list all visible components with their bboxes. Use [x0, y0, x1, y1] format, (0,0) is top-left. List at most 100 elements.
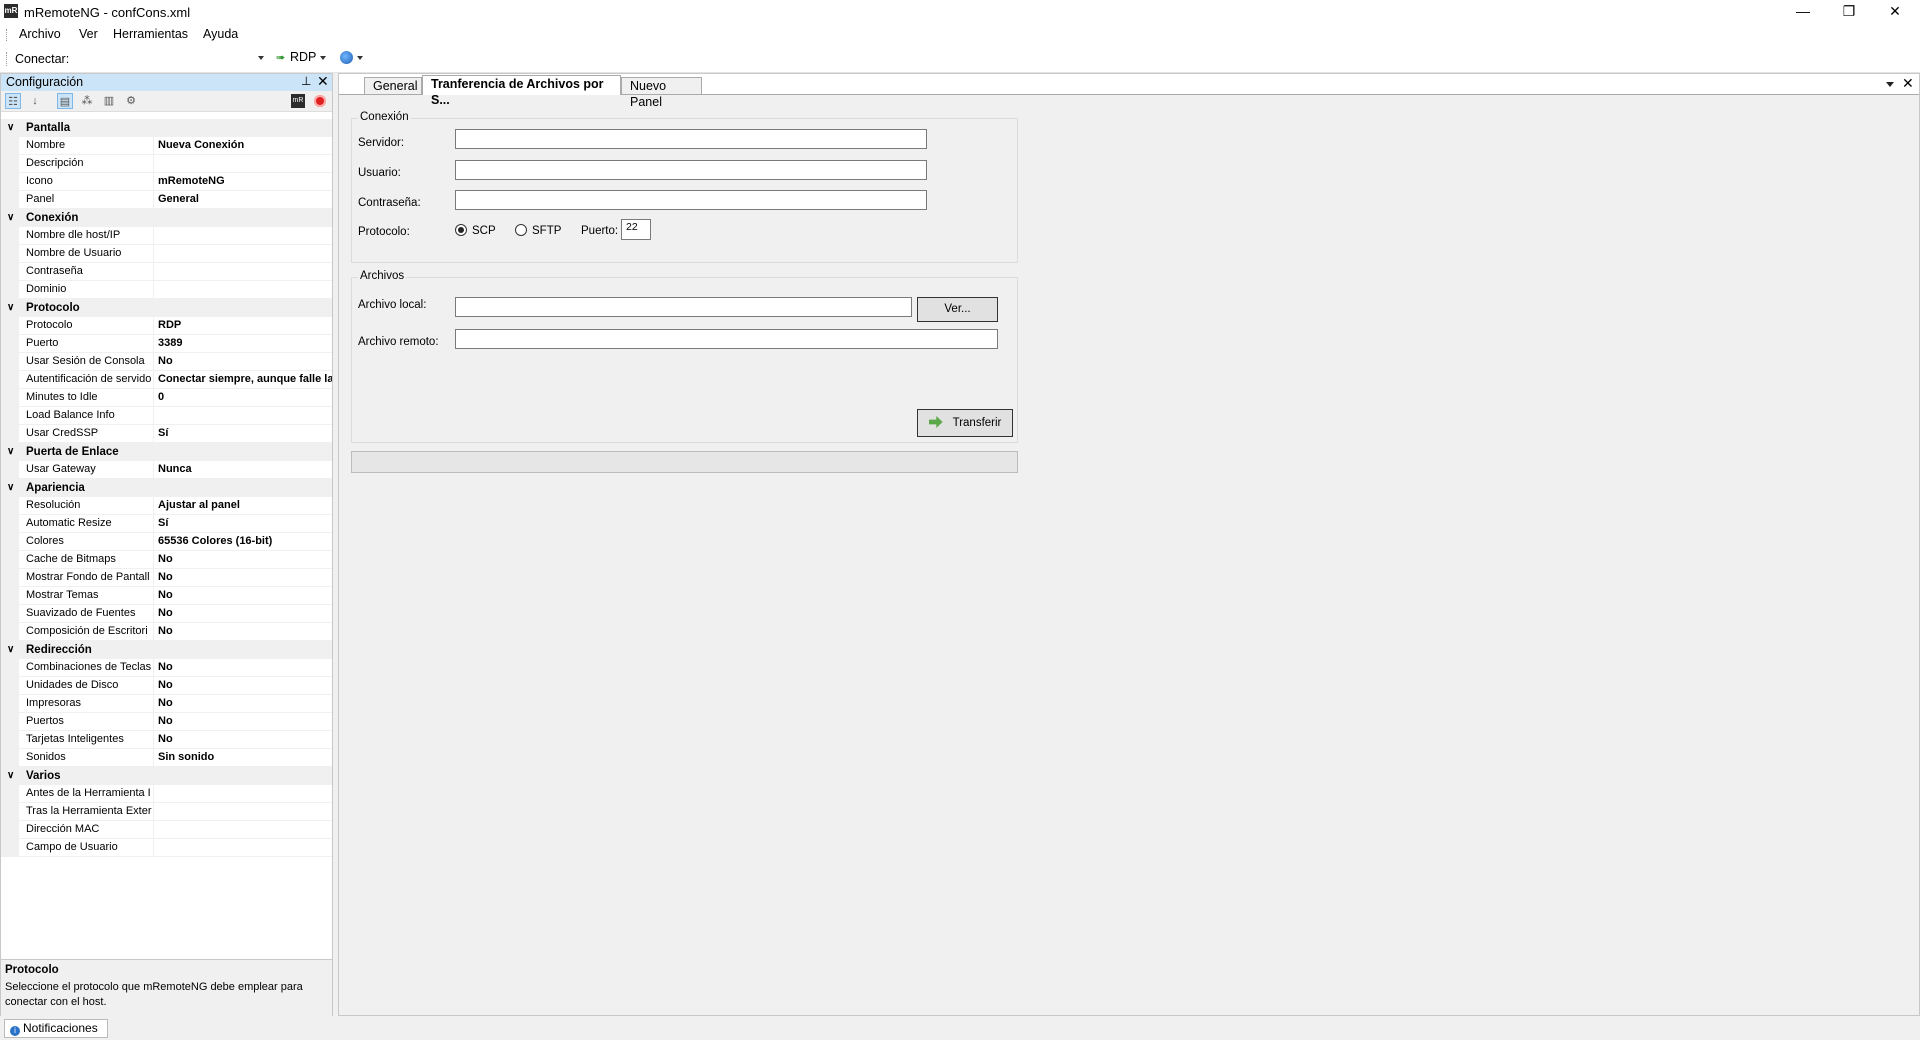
property-row[interactable]: Composición de Escritori No — [1, 623, 332, 641]
property-value[interactable]: No — [158, 713, 332, 730]
property-value[interactable]: Sin sonido — [158, 749, 332, 766]
transfer-button[interactable]: Transferir — [917, 409, 1013, 437]
menu-herramientas[interactable]: Herramientas — [113, 27, 188, 41]
property-row[interactable]: Colores 65536 Colores (16-bit) — [1, 533, 332, 551]
chevron-down-icon[interactable]: ∨ — [7, 119, 14, 137]
property-value[interactable]: 65536 Colores (16-bit) — [158, 533, 332, 550]
property-row[interactable]: Sonidos Sin sonido — [1, 749, 332, 767]
notifications-tab[interactable]: i Notificaciones — [4, 1019, 108, 1038]
close-button[interactable]: ✕ — [1872, 0, 1918, 24]
property-row[interactable]: Dominio — [1, 281, 332, 299]
property-row[interactable]: Campo de Usuario — [1, 839, 332, 857]
property-value[interactable]: No — [158, 587, 332, 604]
close-tab-icon[interactable]: ✕ — [1902, 75, 1914, 92]
property-row[interactable]: Icono mRemoteNG — [1, 173, 332, 191]
property-value[interactable]: No — [158, 731, 332, 748]
category-6[interactable]: ∨ Varios — [1, 767, 332, 785]
chevron-down-icon[interactable]: ∨ — [7, 299, 14, 317]
property-value[interactable]: No — [158, 551, 332, 568]
properties-icon[interactable]: ▤ — [57, 93, 73, 109]
property-row[interactable]: Usar Gateway Nunca — [1, 461, 332, 479]
property-row[interactable]: Minutes to Idle 0 — [1, 389, 332, 407]
property-row[interactable]: Cache de Bitmaps No — [1, 551, 332, 569]
property-row[interactable]: Tarjetas Inteligentes No — [1, 731, 332, 749]
property-value[interactable]: Sí — [158, 425, 332, 442]
property-row[interactable]: Dirección MAC — [1, 821, 332, 839]
protocol-dropdown-button[interactable]: ➠ RDP — [276, 50, 327, 68]
property-row[interactable]: Usar Sesión de Consola No — [1, 353, 332, 371]
tab-nuevo-panel[interactable]: Nuevo Panel — [621, 77, 702, 109]
stop-icon[interactable] — [314, 95, 326, 107]
property-value[interactable]: RDP — [158, 317, 332, 334]
inheritance-icon[interactable]: ⁂ — [79, 93, 95, 109]
property-value[interactable]: mRemoteNG — [158, 173, 332, 190]
property-row[interactable]: Contraseña — [1, 263, 332, 281]
category-3[interactable]: ∨ Puerta de Enlace — [1, 443, 332, 461]
tab-general[interactable]: General — [364, 77, 422, 94]
property-row[interactable]: Puertos No — [1, 713, 332, 731]
alphabetical-sort-icon[interactable]: ↓ — [27, 93, 43, 109]
property-value[interactable]: No — [158, 695, 332, 712]
category-2[interactable]: ∨ Protocolo — [1, 299, 332, 317]
category-1[interactable]: ∨ Conexión — [1, 209, 332, 227]
property-row[interactable]: Descripción — [1, 155, 332, 173]
property-value[interactable]: No — [158, 353, 332, 370]
property-value[interactable]: 3389 — [158, 335, 332, 352]
browse-button[interactable]: Ver... — [917, 297, 998, 322]
external-tools-button[interactable] — [340, 50, 363, 65]
password-input[interactable] — [455, 190, 927, 210]
property-row[interactable]: Autentificación de servido Conectar siemp… — [1, 371, 332, 389]
menu-archivo[interactable]: Archivo — [19, 27, 61, 41]
property-value[interactable]: Sí — [158, 515, 332, 532]
property-row[interactable]: Unidades de Disco No — [1, 677, 332, 695]
property-value[interactable]: 0 — [158, 389, 332, 406]
default-properties-icon[interactable]: ▥ — [101, 93, 117, 109]
radio-scp[interactable]: SCP — [455, 224, 496, 237]
property-row[interactable]: Protocolo RDP — [1, 317, 332, 335]
property-value[interactable]: No — [158, 623, 332, 640]
property-value[interactable]: No — [158, 569, 332, 586]
property-row[interactable]: Suavizado de Fuentes No — [1, 605, 332, 623]
categorized-view-icon[interactable]: ☷ — [5, 93, 21, 109]
property-row[interactable]: Mostrar Temas No — [1, 587, 332, 605]
tab-file-transfer[interactable]: Tranferencia de Archivos por S... — [422, 75, 621, 107]
minimize-button[interactable]: — — [1780, 0, 1826, 24]
restore-button[interactable]: ❐ — [1826, 0, 1872, 24]
chevron-down-icon[interactable]: ∨ — [7, 443, 14, 461]
local-file-input[interactable] — [455, 297, 912, 317]
menu-ver[interactable]: Ver — [79, 27, 98, 41]
chevron-down-icon[interactable]: ∨ — [7, 479, 14, 497]
chevron-down-icon[interactable]: ∨ — [7, 641, 14, 659]
property-row[interactable]: Automatic Resize Sí — [1, 515, 332, 533]
property-row[interactable]: Combinaciones de Teclas No — [1, 659, 332, 677]
category-4[interactable]: ∨ Apariencia — [1, 479, 332, 497]
property-row[interactable]: Usar CredSSP Sí — [1, 425, 332, 443]
property-value[interactable]: Nunca — [158, 461, 332, 478]
property-row[interactable]: Puerto 3389 — [1, 335, 332, 353]
property-value[interactable]: General — [158, 191, 332, 208]
property-value[interactable]: No — [158, 659, 332, 676]
property-row[interactable]: Nombre Nueva Conexión — [1, 137, 332, 155]
category-5[interactable]: ∨ Redirección — [1, 641, 332, 659]
property-row[interactable]: Impresoras No — [1, 695, 332, 713]
property-row[interactable]: Nombre de Usuario — [1, 245, 332, 263]
property-value[interactable]: No — [158, 605, 332, 622]
property-row[interactable]: Nombre dle host/IP — [1, 227, 332, 245]
category-0[interactable]: ∨ Pantalla — [1, 119, 332, 137]
menu-ayuda[interactable]: Ayuda — [203, 27, 238, 41]
property-value[interactable]: Conectar siempre, aunque falle la — [158, 371, 332, 388]
remote-file-input[interactable] — [455, 329, 998, 349]
property-value[interactable]: Nueva Conexión — [158, 137, 332, 154]
property-row[interactable]: Load Balance Info — [1, 407, 332, 425]
server-input[interactable] — [455, 129, 927, 149]
default-inheritance-icon[interactable]: ⚙ — [123, 93, 139, 109]
host-status-icon[interactable]: mR — [291, 94, 305, 108]
chevron-down-icon[interactable]: ∨ — [7, 767, 14, 785]
pin-icon[interactable]: ⊥ — [301, 74, 311, 88]
property-value[interactable]: Ajustar al panel — [158, 497, 332, 514]
chevron-down-icon[interactable]: ∨ — [7, 209, 14, 227]
property-value[interactable]: No — [158, 677, 332, 694]
property-row[interactable]: Mostrar Fondo de Pantall No — [1, 569, 332, 587]
property-row[interactable]: Tras la Herramienta Exter — [1, 803, 332, 821]
user-input[interactable] — [455, 160, 927, 180]
